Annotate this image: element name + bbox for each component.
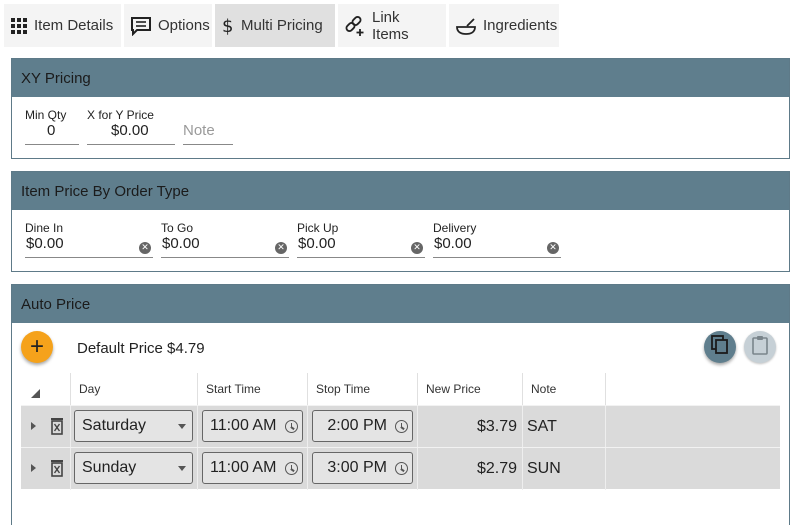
underline xyxy=(433,257,561,258)
tab-options[interactable]: Options xyxy=(124,4,212,47)
new-price-cell[interactable]: $3.79 xyxy=(417,406,522,448)
delivery-field[interactable]: Delivery $0.00 ✕ xyxy=(433,221,561,259)
plus-icon: + xyxy=(29,333,44,360)
col-header-stop-time[interactable]: Stop Time xyxy=(307,373,417,405)
xy-pricing-section: XY Pricing Min Qty 0 X for Y Price $0.00… xyxy=(11,58,790,159)
table-row: Saturday 11:00 AM 2:00 PM $3.79 SAT xyxy=(21,405,780,448)
stop-time-cell: 3:00 PM xyxy=(307,448,417,490)
bowl-icon xyxy=(455,16,477,36)
underline xyxy=(297,257,425,258)
delivery-label: Delivery xyxy=(433,221,477,235)
to-go-field[interactable]: To Go $0.00 ✕ xyxy=(161,221,289,259)
add-auto-price-button[interactable]: + xyxy=(21,331,53,363)
clear-icon[interactable]: ✕ xyxy=(411,242,423,254)
day-select[interactable]: Sunday xyxy=(74,452,193,484)
comment-list-icon xyxy=(130,16,152,36)
order-type-title: Item Price By Order Type xyxy=(12,172,789,210)
col-header-note[interactable]: Note xyxy=(522,373,606,405)
clear-icon[interactable]: ✕ xyxy=(547,242,559,254)
note-placeholder: Note xyxy=(183,122,215,139)
tab-multi-pricing[interactable]: $ Multi Pricing xyxy=(215,4,335,47)
start-time-input[interactable]: 11:00 AM xyxy=(202,410,303,442)
tab-ingredients[interactable]: Ingredients xyxy=(449,4,559,47)
delete-row-icon[interactable] xyxy=(50,459,64,482)
expand-row-icon[interactable] xyxy=(31,422,36,430)
x-for-y-price-value: $0.00 xyxy=(111,122,149,139)
clock-icon xyxy=(395,420,408,433)
delivery-value: $0.00 xyxy=(434,235,472,252)
underline xyxy=(183,144,233,145)
auto-price-section: Auto Price + Default Price $4.79 Day Sta… xyxy=(11,284,790,525)
x-for-y-price-label: X for Y Price xyxy=(87,108,154,122)
xy-pricing-title: XY Pricing xyxy=(12,59,789,97)
auto-price-grid: Day Start Time Stop Time New Price Note … xyxy=(21,373,780,490)
day-cell: Sunday xyxy=(70,448,197,490)
col-header-new-price[interactable]: New Price xyxy=(417,373,522,405)
chevron-down-icon xyxy=(178,466,186,471)
stop-time-cell: 2:00 PM xyxy=(307,406,417,448)
clipboard-icon xyxy=(752,335,768,360)
clock-icon xyxy=(285,420,298,433)
min-qty-value: 0 xyxy=(47,122,56,139)
copy-button[interactable] xyxy=(704,331,736,363)
day-select[interactable]: Saturday xyxy=(74,410,193,442)
underline xyxy=(25,144,79,145)
paste-button[interactable] xyxy=(744,331,776,363)
underline xyxy=(161,257,289,258)
copy-icon xyxy=(711,334,729,360)
link-plus-icon xyxy=(344,15,366,37)
to-go-label: To Go xyxy=(161,221,194,235)
tab-item-details[interactable]: Item Details xyxy=(4,4,121,47)
note-cell[interactable]: SUN xyxy=(522,448,606,490)
clock-icon xyxy=(285,462,298,475)
pick-up-label: Pick Up xyxy=(297,221,339,235)
auto-price-title: Auto Price xyxy=(12,285,789,323)
pick-up-field[interactable]: Pick Up $0.00 ✕ xyxy=(297,221,425,259)
dine-in-label: Dine In xyxy=(25,221,64,235)
delete-row-icon[interactable] xyxy=(50,417,64,440)
to-go-value: $0.00 xyxy=(162,235,200,252)
chevron-down-icon xyxy=(178,424,186,429)
tab-link-items[interactable]: Link Items xyxy=(338,4,446,47)
pick-up-value: $0.00 xyxy=(298,235,336,252)
dine-in-value: $0.00 xyxy=(26,235,64,252)
stop-time-input[interactable]: 2:00 PM xyxy=(312,410,413,442)
tab-label: Options xyxy=(158,17,210,34)
tab-label: Item Details xyxy=(34,17,114,34)
start-time-cell: 11:00 AM xyxy=(197,448,307,490)
new-price-cell[interactable]: $2.79 xyxy=(417,448,522,490)
svg-text:$: $ xyxy=(222,16,233,36)
underline xyxy=(87,144,175,145)
col-header-start-time[interactable]: Start Time xyxy=(197,373,307,405)
col-header-day[interactable]: Day xyxy=(70,373,197,405)
table-row: Sunday 11:00 AM 3:00 PM $2.79 SUN xyxy=(21,447,780,490)
tab-label: Multi Pricing xyxy=(241,17,323,34)
min-qty-label: Min Qty xyxy=(25,108,67,122)
note-cell[interactable]: SAT xyxy=(522,406,606,448)
dine-in-field[interactable]: Dine In $0.00 ✕ xyxy=(25,221,153,259)
expand-row-icon[interactable] xyxy=(31,464,36,472)
dollar-icon: $ xyxy=(221,16,235,36)
tab-bar: Item Details Options $ Multi Pricing Lin… xyxy=(0,0,797,50)
grid-icon xyxy=(10,17,28,35)
start-time-cell: 11:00 AM xyxy=(197,406,307,448)
default-price: Default Price $4.79 xyxy=(77,340,205,357)
order-type-section: Item Price By Order Type Dine In $0.00 ✕… xyxy=(11,171,790,272)
clear-icon[interactable]: ✕ xyxy=(275,242,287,254)
underline xyxy=(25,257,153,258)
sort-corner-icon[interactable] xyxy=(31,389,40,398)
clear-icon[interactable]: ✕ xyxy=(139,242,151,254)
day-cell: Saturday xyxy=(70,406,197,448)
stop-time-input[interactable]: 3:00 PM xyxy=(312,452,413,484)
start-time-input[interactable]: 11:00 AM xyxy=(202,452,303,484)
tab-label: Ingredients xyxy=(483,17,558,34)
tab-label: Link Items xyxy=(372,8,409,43)
min-qty-field[interactable]: Min Qty 0 xyxy=(25,108,79,146)
grid-header: Day Start Time Stop Time New Price Note xyxy=(21,373,780,405)
x-for-y-price-field[interactable]: X for Y Price $0.00 xyxy=(87,108,175,146)
clock-icon xyxy=(395,462,408,475)
note-field[interactable]: Note xyxy=(183,108,233,146)
